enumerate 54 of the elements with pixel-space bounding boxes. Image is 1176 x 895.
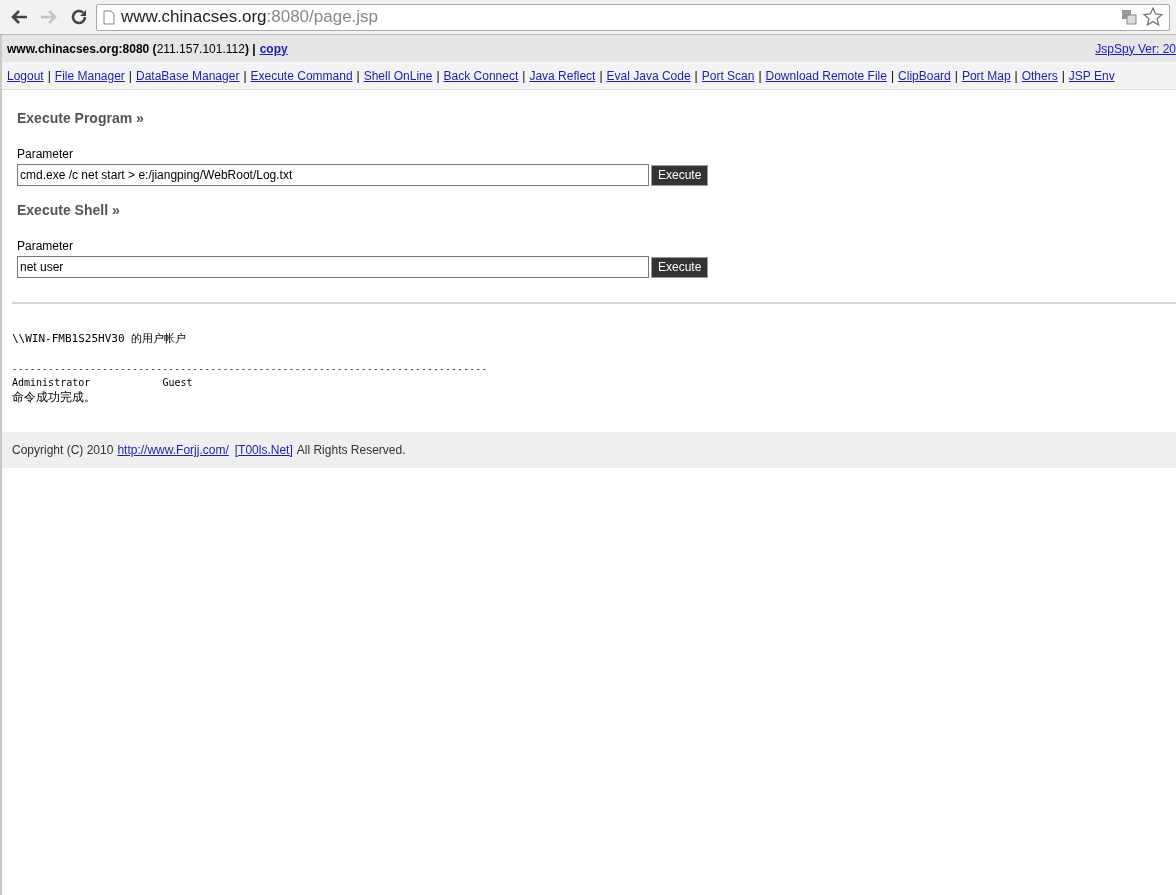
- execute-button[interactable]: Execute: [651, 256, 709, 278]
- nav-link[interactable]: Port Scan: [701, 66, 755, 85]
- nav-separator: |: [757, 67, 763, 85]
- address-bar[interactable]: www.chinacses.org:8080/page.jsp: [96, 3, 1170, 31]
- nav-separator: |: [693, 67, 699, 85]
- output-line: 命令成功完成。: [12, 390, 97, 404]
- forward-arrow-icon: [40, 9, 58, 25]
- nav-link[interactable]: Shell OnLine: [363, 66, 433, 85]
- star-icon[interactable]: [1143, 7, 1163, 27]
- output-line: \\WIN-FMB1S25HV30 的用户帐户: [12, 332, 188, 346]
- nav-link[interactable]: File Manager: [54, 66, 125, 85]
- copy-link[interactable]: copy: [259, 39, 288, 58]
- nav-separator: |: [889, 67, 896, 85]
- nav-separator: |: [242, 67, 248, 85]
- nav-separator: |: [953, 67, 959, 85]
- address-text: www.chinacses.org:8080/page.jsp: [121, 6, 379, 29]
- parameter-input[interactable]: net user: [17, 256, 649, 278]
- version-link[interactable]: JspSpy Ver: 20: [1095, 39, 1176, 58]
- execute-button[interactable]: Execute: [651, 164, 709, 186]
- nav-separator: |: [1060, 67, 1066, 85]
- section-title: Execute Shell »: [17, 201, 121, 220]
- nav-link[interactable]: DataBase Manager: [136, 66, 240, 85]
- site-link[interactable]: http://www.Forjj.com/: [117, 441, 229, 459]
- output-line: Administrator Guest: [12, 376, 194, 390]
- nav-link[interactable]: Logout: [7, 66, 44, 85]
- nav-link[interactable]: Others: [1021, 66, 1058, 85]
- translate-icon[interactable]: [1121, 9, 1137, 25]
- copyright-text: Copyright (C) 2010: [12, 442, 114, 459]
- nav-link[interactable]: Eval Java Code: [606, 66, 691, 85]
- nav-link[interactable]: JSP Env: [1068, 66, 1115, 85]
- nav-link[interactable]: ClipBoard: [898, 66, 951, 85]
- nav-link[interactable]: Back Connect: [443, 66, 519, 85]
- nav-separator: |: [355, 67, 361, 85]
- reload-icon: [70, 8, 88, 26]
- nav-separator: |: [598, 67, 604, 85]
- rights-text: All Rights Reserved.: [296, 442, 406, 459]
- field-label: Parameter: [17, 146, 75, 163]
- field-label: Parameter: [17, 238, 75, 255]
- nav-link[interactable]: Java Reflect: [529, 66, 596, 85]
- team-link[interactable]: [T00ls.Net]: [234, 441, 293, 459]
- output-line: -------------------------------------------------------------------------------: [12, 363, 489, 376]
- back-arrow-icon: [10, 9, 28, 25]
- host-info: www.chinacses.org:8080 (211.157.101.112) |: [7, 40, 256, 58]
- page-icon: [103, 9, 115, 25]
- nav-link[interactable]: Port Map: [961, 66, 1011, 85]
- nav-separator: |: [521, 67, 527, 85]
- nav-separator: |: [1013, 67, 1019, 85]
- parameter-input[interactable]: cmd.exe /c net start > e:/jiangping/WebRoot/Log.txt: [17, 164, 649, 186]
- nav-link[interactable]: Download Remote File: [765, 66, 887, 85]
- section-title: Execute Program »: [17, 109, 145, 128]
- nav-separator: |: [127, 67, 133, 85]
- nav-link[interactable]: Execute Command: [250, 66, 353, 85]
- nav-separator: |: [46, 67, 52, 85]
- nav-separator: |: [435, 67, 441, 85]
